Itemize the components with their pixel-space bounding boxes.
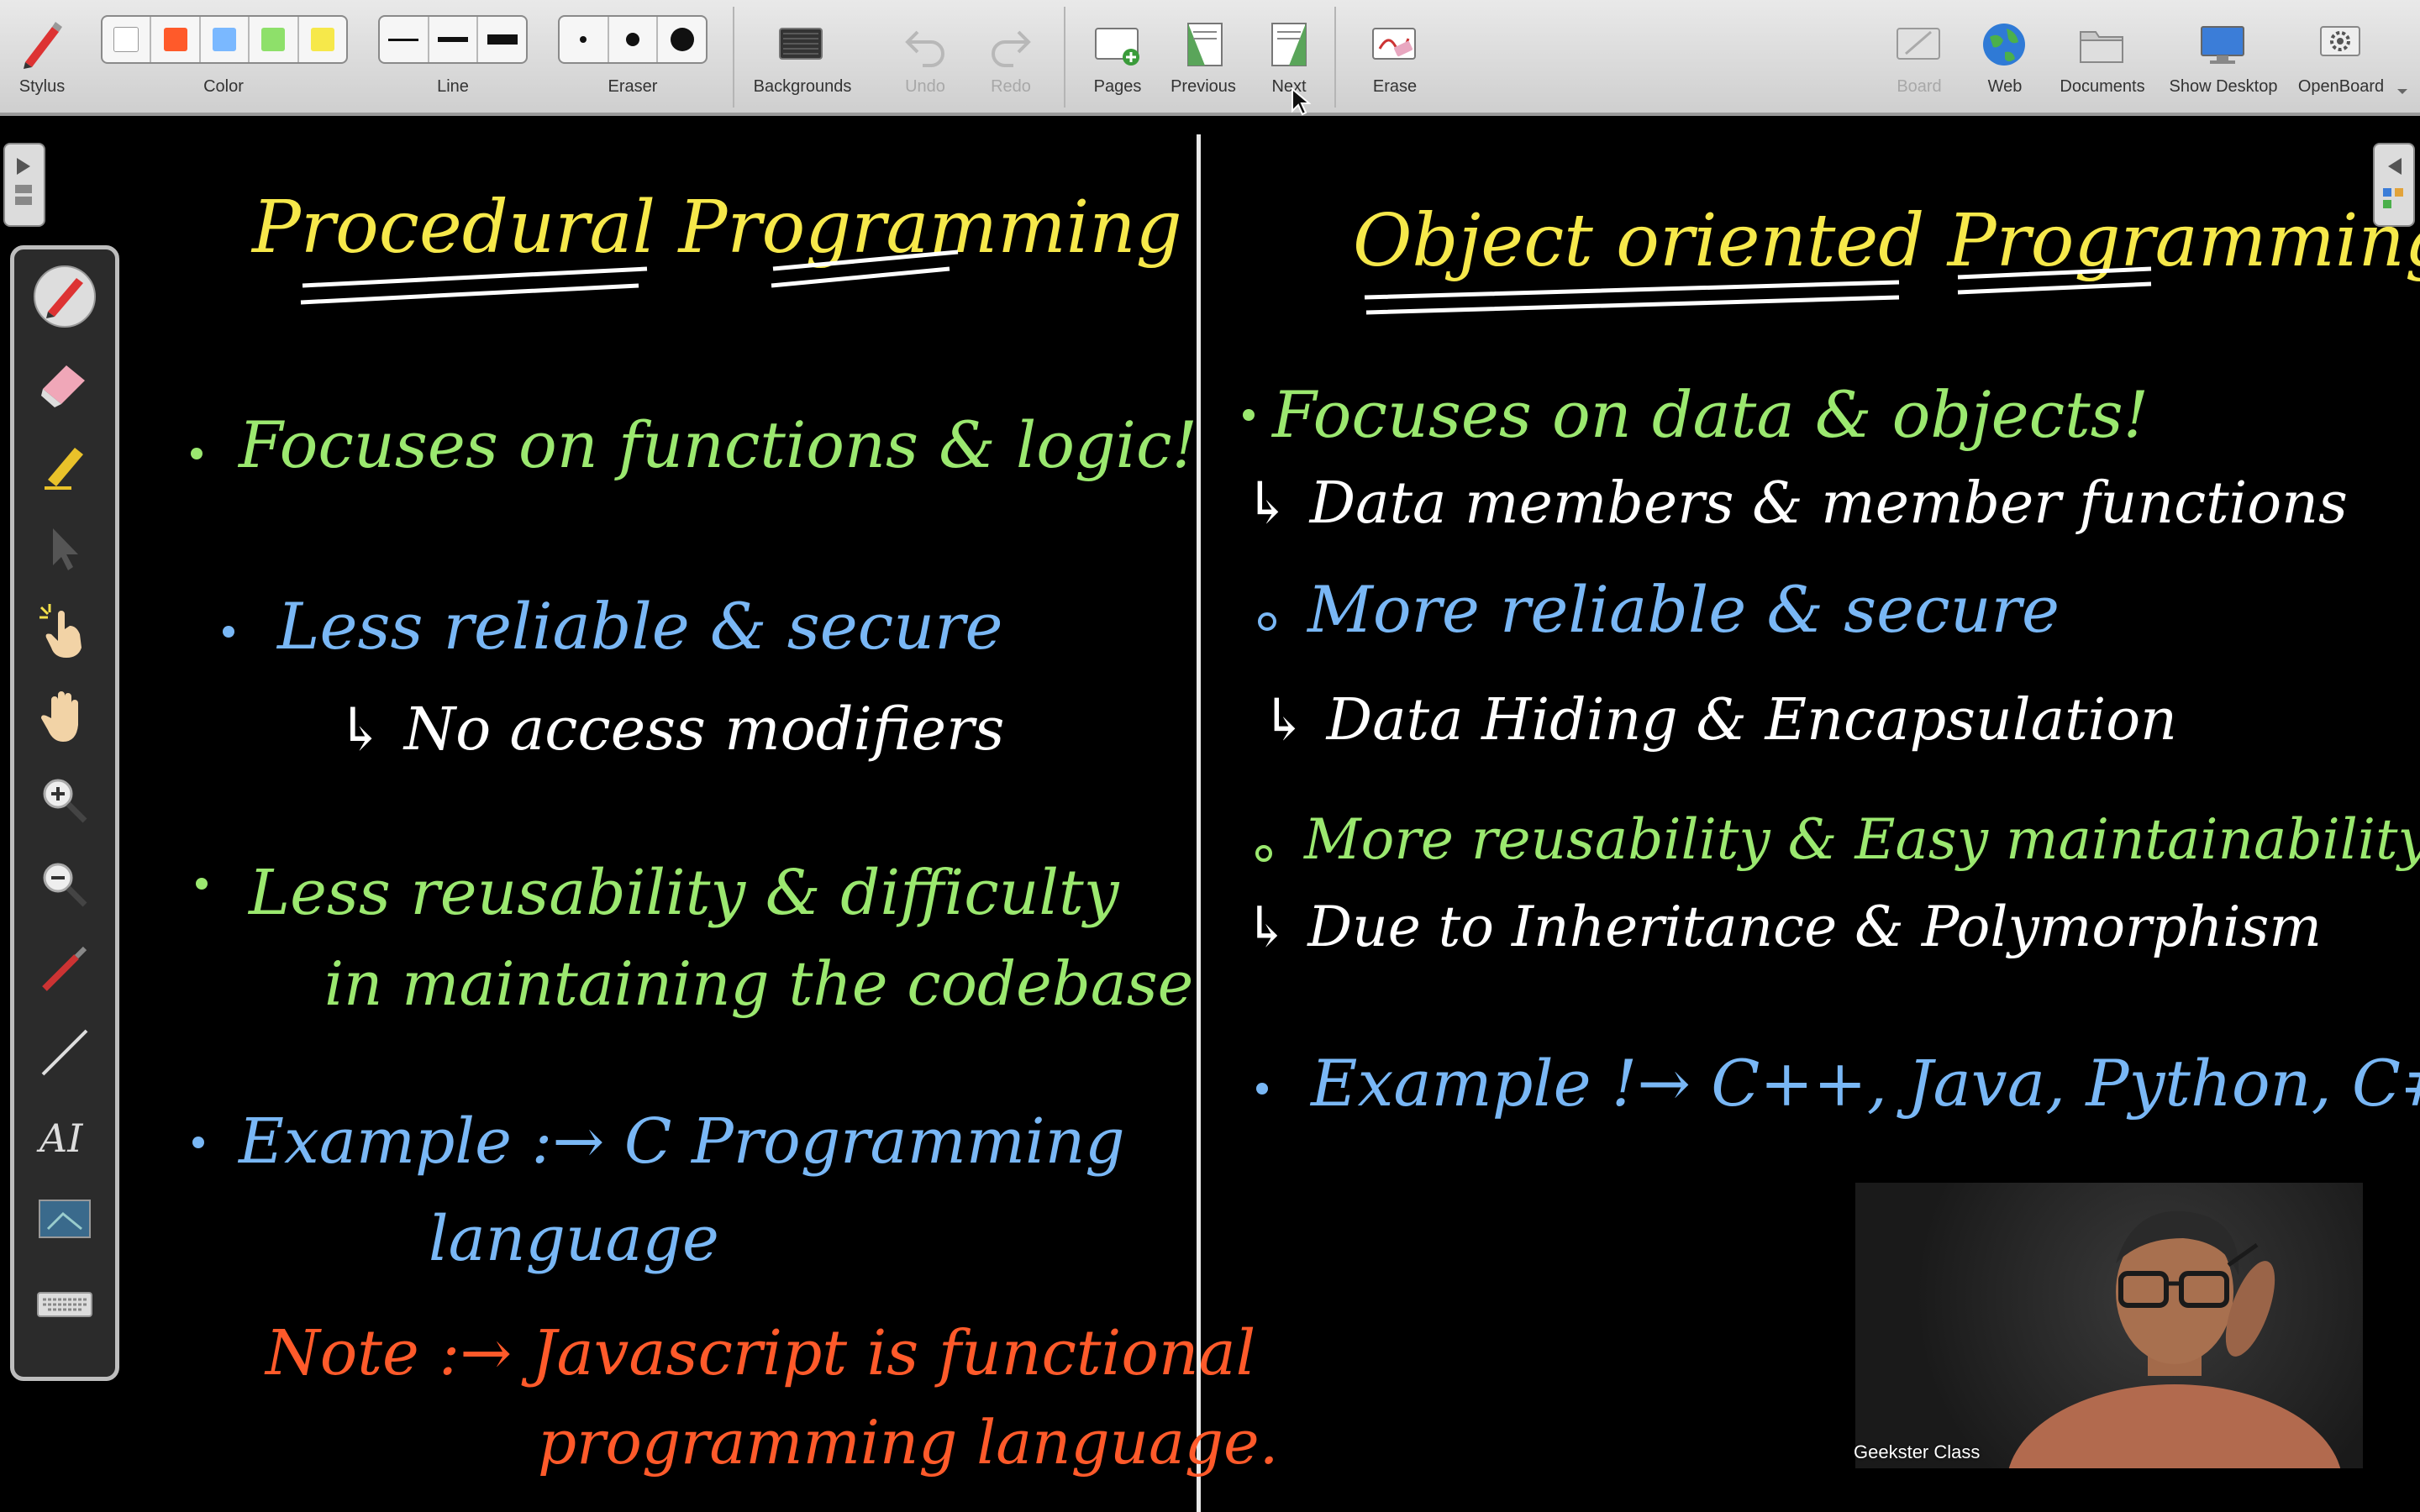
left-point-2-sub: ↳ No access modifiers — [336, 695, 1004, 764]
bullet-icon — [192, 1137, 204, 1148]
left-point-2: Less reliable & secure — [276, 589, 1003, 664]
bullet-icon — [191, 448, 203, 459]
left-point-1: Focuses on functions & logic! — [237, 407, 1197, 482]
left-note: Note :→ Javascript is functional — [264, 1317, 1255, 1389]
right-point-1-sub: ↳ Data members & member functions — [1244, 470, 2348, 537]
right-point-2: More reliable & secure — [1306, 572, 2060, 647]
bullet-icon — [1256, 1083, 1268, 1095]
bullet-icon — [196, 878, 208, 890]
right-point-1: Focuses on data & objects! — [1270, 377, 2149, 452]
presenter-video — [2008, 1210, 2341, 1468]
webcam-label: Geekster Class — [1854, 1441, 1981, 1462]
webcam-overlay — [1855, 1183, 2363, 1468]
right-point-2-sub: ↳ Data Hiding & Encapsulation — [1260, 687, 2177, 753]
bullet-icon — [1255, 845, 1272, 862]
left-note-cont: programming language. — [538, 1407, 1279, 1478]
left-point-3: Less reusability & difficulty — [247, 857, 1120, 929]
right-title: Object oriented Programming — [1353, 199, 2420, 283]
bullet-icon — [1258, 612, 1276, 631]
right-point-4: Example !→ C++, Java, Python, C# — [1309, 1046, 2420, 1121]
left-point-3-cont: in maintaining the codebase — [324, 948, 1193, 1019]
right-point-3-sub: ↳ Due to Inheritance & Polymorphism — [1244, 895, 2322, 959]
left-title: Procedural Programming — [250, 186, 1182, 270]
bullet-icon — [1243, 409, 1255, 421]
right-point-3: More reusability & Easy maintainability — [1303, 807, 2420, 872]
bullet-icon — [223, 626, 234, 638]
left-point-4: Example :→ C Programming — [237, 1105, 1125, 1178]
left-point-4-cont: language — [429, 1203, 719, 1275]
